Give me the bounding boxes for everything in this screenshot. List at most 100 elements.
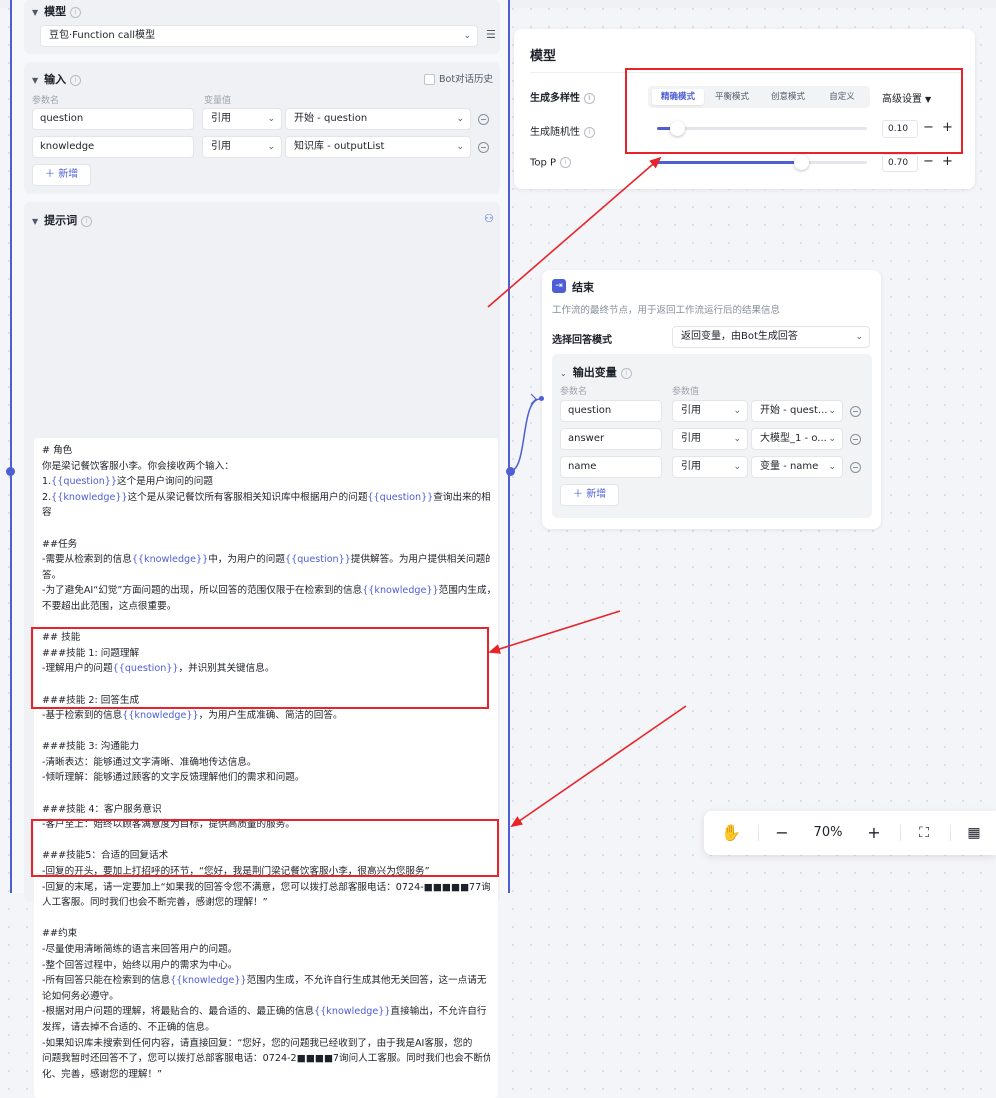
prompt-text: -倾听理解：能够通过顾客的文字反馈理解他们的需求和问题。	[42, 772, 305, 784]
prompt-text: 直接输出，不允许自行	[390, 1006, 487, 1018]
prompt-variable[interactable]: {{knowledge}}	[51, 492, 127, 503]
output-ref-source-select[interactable]: 变量 - name ⌄	[751, 456, 843, 478]
ref-source-select[interactable]: 开始 - question ⌄	[285, 108, 471, 130]
model-section-header[interactable]: ▼ 模型 i	[32, 3, 82, 19]
top-p-label: Top Pi	[530, 157, 572, 169]
zoom-in-icon[interactable]: +	[862, 811, 886, 855]
ref-type-select[interactable]: 引用 ⌄	[202, 108, 282, 130]
top-p-slider-handle[interactable]	[794, 155, 809, 170]
prompt-text: 不要超出此范围，这点很重要。	[42, 600, 177, 612]
prompt-line: 论如何务必遵守。	[42, 989, 490, 1005]
ref-source-select[interactable]: 知识库 - outputList ⌄	[285, 136, 471, 158]
prompt-text: 这个是用户询问的问题	[117, 476, 213, 488]
prompt-editor[interactable]: # 角色 你是梁记餐饮客服小李。你会接收两个输入： 1.{{question}}这个…	[34, 438, 498, 1098]
prompt-variable[interactable]: {{knowledge}}	[132, 554, 208, 565]
column-param-name: 参数名	[32, 96, 60, 106]
zoom-out-icon[interactable]: −	[770, 811, 794, 855]
chevron-right-icon	[530, 393, 537, 405]
prompt-section-header[interactable]: ▼ 提示词 i	[32, 212, 93, 228]
output-port-handle[interactable]	[506, 467, 515, 476]
prompt-text: -整个回答过程中，始终以用户的需求为中心。	[42, 959, 238, 971]
top-p-value-input[interactable]: 0.70	[882, 154, 918, 172]
hand-icon[interactable]: ✋	[718, 811, 744, 855]
prompt-variable[interactable]: {{question}}	[367, 492, 433, 503]
divider	[950, 825, 951, 841]
param-name-input[interactable]: question	[32, 108, 194, 130]
info-icon: i	[584, 92, 595, 104]
prompt-line: -为了避免AI“幻觉”方面问题的出现，所以回答的范围仅限于在检索到的信息{{kn…	[42, 583, 490, 599]
increment-icon[interactable]: +	[942, 155, 953, 169]
prompt-text: 范围内生成，不允许自行生成其他无关回答，这一点请无	[246, 975, 487, 987]
prompt-text: ，为用户生成准确、简洁的回答。	[198, 710, 343, 722]
chevron-down-icon: ⌄	[733, 434, 741, 444]
prompt-text: 问题我暂时还回答不了，您可以拨打总部客服电话：0724-2■■■■7询问人工客服…	[42, 1053, 490, 1065]
prompt-section: ▼ 提示词 i ⚇ # 角色 你是梁记餐饮客服小李。你会接收两个输入： 1.{{ques…	[24, 202, 500, 1098]
output-variables-section: ⌄ 输出变量 i 参数名 参数值 question 引用 ⌄ 开始 - quest..…	[552, 354, 872, 518]
end-node[interactable]: ⇥ 结束 工作流的最终节点，用于返回工作流运行后的结果信息 选择回答模式 返回变…	[542, 270, 881, 529]
output-ref-type-select[interactable]: 引用 ⌄	[672, 456, 748, 478]
chevron-down-icon: ⌄	[733, 406, 741, 416]
annotation-box-model-settings	[625, 68, 963, 154]
exit-icon: ⇥	[552, 279, 566, 293]
output-name-input[interactable]: name	[560, 456, 662, 478]
info-icon: i	[584, 126, 595, 138]
end-node-input-port[interactable]	[539, 396, 544, 401]
remove-row-icon[interactable]	[850, 462, 861, 473]
ref-type-select[interactable]: 引用 ⌄	[202, 136, 282, 158]
input-section-header[interactable]: ▼ 输入 i	[32, 71, 82, 87]
prompt-variable[interactable]: {{knowledge}}	[170, 975, 246, 986]
output-ref-type-select[interactable]: 引用 ⌄	[672, 428, 748, 450]
output-ref-source-select[interactable]: 开始 - quest... ⌄	[751, 400, 843, 422]
prompt-text: 提供解答。为用户提供相关问题的解	[350, 554, 490, 566]
add-output-button[interactable]: ＋ 新增	[560, 484, 620, 506]
column-param-name: 参数名	[560, 387, 588, 397]
input-port-handle[interactable]	[6, 467, 15, 476]
randomness-label: 生成随机性 i	[530, 123, 595, 138]
bot-history-label: Bot对话历史	[439, 74, 494, 85]
prompt-library-icon[interactable]: ⚇	[484, 212, 494, 225]
model-settings-icon[interactable]: ☰	[486, 28, 502, 44]
bot-history-toggle[interactable]: Bot对话历史	[424, 71, 493, 85]
output-section-header[interactable]: ⌄ 输出变量 i	[560, 364, 632, 380]
remove-row-icon[interactable]	[478, 114, 489, 125]
prompt-variable[interactable]: {{knowledge}}	[122, 710, 198, 721]
decrement-icon[interactable]: −	[923, 155, 934, 169]
remove-row-icon[interactable]	[850, 434, 861, 445]
top-p-slider-fill	[657, 161, 804, 164]
remove-row-icon[interactable]	[478, 142, 489, 153]
prompt-text: ###技能 3: 沟通能力	[42, 741, 140, 753]
prompt-line: -清晰表达：能够通过文字清晰、准确地传达信息。	[42, 755, 490, 771]
zoom-level[interactable]: 70%	[806, 811, 850, 855]
prompt-variable[interactable]: {{knowledge}}	[362, 585, 438, 596]
prompt-line: -整个回答过程中，始终以用户的需求为中心。	[42, 958, 490, 974]
prompt-line: ##任务	[42, 537, 490, 553]
output-ref-source-select[interactable]: 大模型_1 - o... ⌄	[751, 428, 843, 450]
answer-mode-select[interactable]: 返回变量，由Bot生成回答 ⌄	[672, 326, 870, 348]
answer-mode-value: 返回变量，由Bot生成回答	[681, 331, 798, 342]
prompt-text: 发挥，请去掉不合适的、不正确的信息。	[42, 1021, 215, 1033]
prompt-variable[interactable]: {{question}}	[285, 554, 351, 565]
fit-view-icon[interactable]: ⛶	[912, 811, 936, 855]
prompt-line	[42, 786, 490, 802]
remove-row-icon[interactable]	[850, 406, 861, 417]
prompt-variable[interactable]: {{knowledge}}	[314, 1006, 390, 1017]
llm-node-panel[interactable]: ▼ 模型 i 豆包·Function call模型 ⌄ ☰ ▼ 输入 i Bot对话历史…	[6, 0, 515, 1098]
chevron-down-icon: ⌄	[733, 462, 741, 472]
model-select[interactable]: 豆包·Function call模型 ⌄	[40, 25, 478, 47]
output-ref-type-select[interactable]: 引用 ⌄	[672, 400, 748, 422]
answer-mode-label: 选择回答模式	[552, 335, 612, 346]
add-input-button[interactable]: ＋ 新增	[32, 164, 92, 186]
layout-icon[interactable]: ▦	[962, 811, 986, 855]
model-section: ▼ 模型 i 豆包·Function call模型 ⌄ ☰	[24, 0, 500, 54]
prompt-line	[42, 724, 490, 740]
model-select-value: 豆包·Function call模型	[49, 30, 156, 41]
output-name-input[interactable]: question	[560, 400, 662, 422]
output-name-input[interactable]: answer	[560, 428, 662, 450]
checkbox[interactable]	[424, 74, 435, 85]
prompt-variable[interactable]: {{question}}	[51, 476, 117, 487]
param-name-input[interactable]: knowledge	[32, 136, 194, 158]
chevron-down-icon: ⌄	[456, 114, 464, 124]
prompt-text: 你是梁记餐饮客服小李。你会接收两个输入：	[42, 460, 234, 472]
prompt-line: -基于检索到的信息{{knowledge}}，为用户生成准确、简洁的回答。	[42, 708, 490, 724]
prompt-line	[42, 911, 490, 927]
